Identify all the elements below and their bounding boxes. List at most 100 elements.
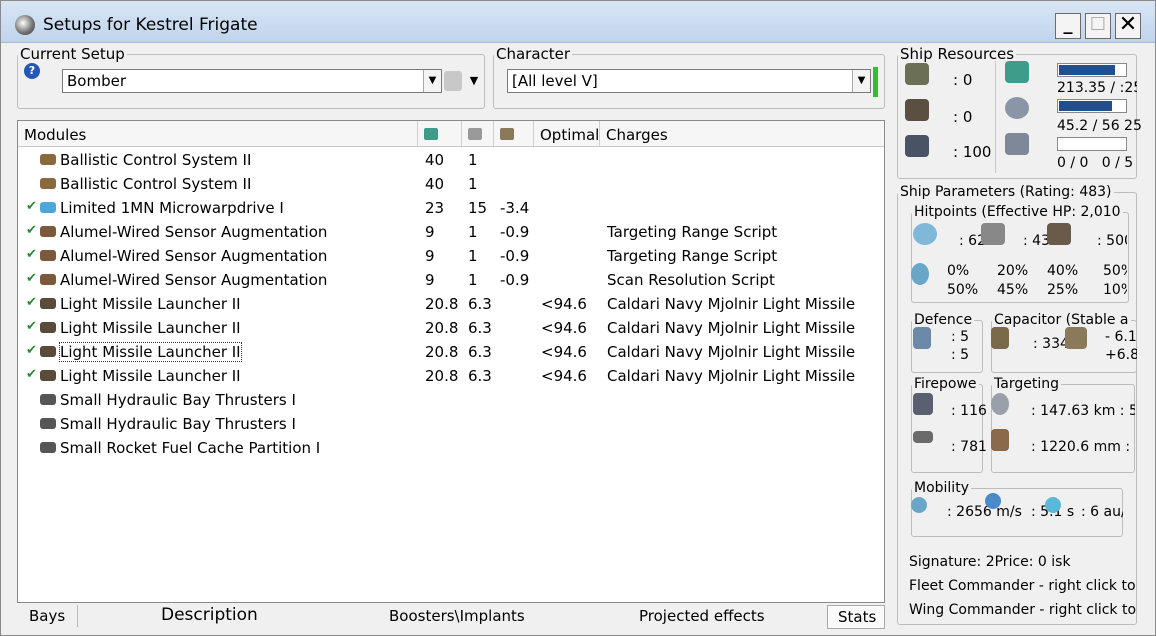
missile-dps-icon [913, 431, 933, 443]
module-name: Small Hydraulic Bay Thrusters I [60, 391, 296, 409]
tab-bays[interactable]: Bays [29, 607, 65, 625]
defence-value-2: : 5 [951, 347, 970, 363]
module-cap: -0.9 [500, 223, 530, 241]
defence-icon [913, 327, 931, 349]
defence-legend: Defence [914, 312, 973, 328]
table-row[interactable]: ✔ Light Missile Launcher II 20.8 6.3 <94.6 Ca… [18, 316, 884, 340]
resist-value: 50% [1103, 263, 1127, 279]
module-optimal: <94.6 [541, 367, 587, 385]
resources-divider [995, 61, 996, 173]
module-icon [40, 370, 56, 381]
table-row[interactable]: ✔ Light Missile Launcher II 20.8 6.3 <94.6 Ca… [18, 340, 884, 364]
module-icon [40, 202, 56, 213]
table-row[interactable]: ✔ Limited 1MN Microwarpdrive I 23 15 -3.4 [18, 196, 884, 220]
wing-commander-slot[interactable]: Wing Commander - right click to s [909, 602, 1137, 618]
resist-value: 10% [1103, 282, 1127, 298]
current-setup-legend: Current Setup [20, 45, 125, 63]
setup-menu-chevron-icon[interactable]: ▼ [464, 69, 484, 93]
column-cpu[interactable] [418, 121, 462, 147]
main-window: Setups for Kestrel Frigate _ ☐ ✕ Current… [0, 0, 1156, 636]
character-select-value: [All level V] [512, 72, 598, 90]
table-row[interactable]: Small Hydraulic Bay Thrusters I [18, 412, 884, 436]
targeting-legend: Targeting [994, 377, 1059, 392]
structure-hp-value: : 500 [1097, 233, 1127, 249]
table-row[interactable]: ✔ Light Missile Launcher II 20.8 6.3 <94.6 Ca… [18, 364, 884, 388]
powergrid-bar [1057, 99, 1127, 113]
targeting-group: Targeting [991, 377, 1135, 473]
character-status-bar [873, 67, 878, 97]
speed-icon [911, 497, 927, 513]
tab-projected-effects[interactable]: Projected effects [639, 607, 765, 625]
turret-hardpoint-icon [905, 63, 929, 85]
module-optimal: <94.6 [541, 295, 587, 313]
table-row[interactable]: Ballistic Control System II 40 1 [18, 148, 884, 172]
column-cap[interactable] [494, 121, 534, 147]
armor-icon [981, 223, 1005, 245]
capacitor-icon [991, 327, 1009, 349]
tab-description[interactable]: Description [161, 605, 258, 625]
powergrid-bar-fill [1059, 101, 1112, 111]
resist-value: 20% [997, 263, 1029, 279]
app-icon [15, 15, 35, 35]
signature-price: Signature: 2Price: 0 isk [909, 554, 1071, 570]
modules-table[interactable]: Modules Optimal Charges Ballistic Contro… [17, 120, 885, 603]
checkmark-icon: ✔ [26, 343, 37, 358]
setup-tools-icon[interactable] [444, 71, 462, 91]
chevron-down-icon[interactable]: ▼ [423, 70, 441, 92]
targeting-value-1: : 147.63 km : 5 [1031, 403, 1135, 419]
setup-select-value: Bomber [67, 72, 126, 90]
column-modules[interactable]: Modules [18, 121, 418, 147]
tab-boosters-implants[interactable]: Boosters\Implants [389, 607, 525, 625]
column-power[interactable] [462, 121, 494, 147]
resist-icon [911, 263, 929, 285]
table-row[interactable]: ✔ Alumel-Wired Sensor Augmentation 9 1 -0.9 T… [18, 220, 884, 244]
module-cpu: 9 [425, 271, 435, 289]
module-name: Light Missile Launcher II [60, 367, 241, 385]
tab-stats[interactable]: Stats [827, 605, 886, 629]
character-select[interactable]: [All level V] ▼ [507, 69, 871, 93]
setup-select[interactable]: Bomber ▼ [62, 69, 442, 93]
turret-dps-icon [913, 393, 933, 415]
table-header: Modules Optimal Charges [18, 121, 884, 147]
title-bar[interactable]: Setups for Kestrel Frigate _ ☐ ✕ [1, 1, 1155, 43]
launcher-slots-value: : 0 [953, 108, 973, 126]
table-row[interactable]: Small Hydraulic Bay Thrusters I [18, 388, 884, 412]
module-cap: -3.4 [500, 199, 530, 217]
capacitor-legend: Capacitor (Stable a [994, 313, 1129, 328]
module-name: Alumel-Wired Sensor Augmentation [60, 271, 328, 289]
minimize-button[interactable]: _ [1055, 13, 1081, 39]
checkmark-icon: ✔ [26, 271, 37, 286]
table-row[interactable]: ✔ Alumel-Wired Sensor Augmentation 9 1 -0.9 S… [18, 268, 884, 292]
module-power: 6.3 [468, 367, 492, 385]
window-title: Setups for Kestrel Frigate [43, 15, 258, 35]
module-cpu: 9 [425, 247, 435, 265]
module-cpu: 9 [425, 223, 435, 241]
fleet-commander-slot[interactable]: Fleet Commander - right click to s [909, 578, 1137, 594]
module-name: Small Rocket Fuel Cache Partition I [60, 439, 321, 457]
table-row[interactable]: ✔ Alumel-Wired Sensor Augmentation 9 1 -0.9 T… [18, 244, 884, 268]
drone-value: 0 / 0 0 / 5 [1057, 155, 1134, 171]
module-cap: -0.9 [500, 247, 530, 265]
align-time-icon [985, 493, 1001, 509]
launcher-hardpoint-icon [905, 99, 929, 121]
checkmark-icon: ✔ [26, 223, 37, 238]
column-optimal[interactable]: Optimal [534, 121, 600, 147]
table-row[interactable]: ✔ Light Missile Launcher II 20.8 6.3 <94.6 Ca… [18, 292, 884, 316]
firepower-value-2: : 781 [951, 439, 987, 455]
module-charges: Caldari Navy Mjolnir Light Missile [607, 343, 856, 361]
maximize-button[interactable]: ☐ [1085, 13, 1111, 39]
resist-value: 25% [1047, 282, 1079, 298]
module-name: Limited 1MN Microwarpdrive I [60, 199, 284, 217]
chevron-down-icon[interactable]: ▼ [852, 70, 870, 92]
module-power: 6.3 [468, 295, 492, 313]
close-button[interactable]: ✕ [1115, 13, 1141, 39]
table-row[interactable]: Ballistic Control System II 40 1 [18, 172, 884, 196]
cpu-icon [424, 128, 438, 140]
module-charges: Targeting Range Script [607, 223, 778, 241]
resist-value: 0% [947, 263, 970, 279]
module-power: 6.3 [468, 319, 492, 337]
column-charges[interactable]: Charges [600, 121, 884, 147]
checkmark-icon: ✔ [26, 367, 37, 382]
table-row[interactable]: Small Rocket Fuel Cache Partition I [18, 436, 884, 460]
help-icon[interactable]: ? [24, 63, 40, 79]
